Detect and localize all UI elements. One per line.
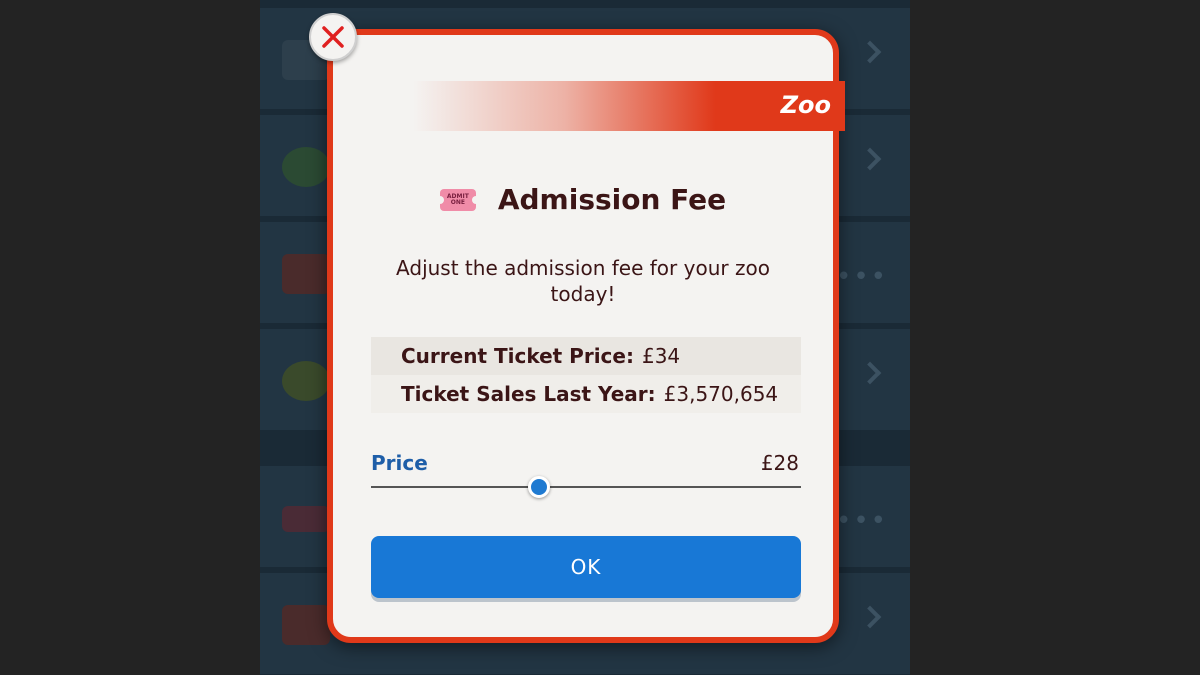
ribbon-label: Zoo	[780, 91, 831, 119]
dialog-title: Admission Fee	[497, 183, 727, 216]
price-slider-thumb[interactable]	[527, 476, 550, 498]
chevron-right-icon	[858, 361, 882, 385]
price-value: £28	[760, 451, 799, 475]
category-ribbon: Zoo	[413, 81, 845, 131]
ticket-info: Current Ticket Price: £34 Ticket Sales L…	[371, 337, 801, 413]
dialog-description: Adjust the admission fee for your zoo to…	[396, 256, 770, 306]
sales-label: Ticket Sales Last Year:	[401, 382, 656, 406]
current-price-value: £34	[641, 344, 681, 368]
admission-fee-dialog: Zoo ADMIT ONE Admission Fee Adjust the a…	[327, 29, 845, 643]
sales-value: £3,570,654	[663, 382, 779, 406]
current-price-row: Current Ticket Price: £34	[371, 337, 801, 375]
more-icon: •••	[835, 262, 888, 292]
ring-icon	[282, 361, 330, 401]
tree-icon	[282, 147, 330, 187]
shoe-icon	[282, 254, 330, 294]
price-slider-track[interactable]	[371, 486, 801, 488]
chevron-right-icon	[858, 147, 882, 171]
close-button[interactable]	[309, 13, 357, 61]
tent-icon	[282, 605, 330, 645]
ticket-icon: ADMIT ONE	[435, 188, 480, 211]
ticket-icon	[282, 506, 330, 532]
chevron-right-icon	[858, 605, 882, 629]
dialog-header: ADMIT ONE Admission Fee	[333, 183, 833, 216]
price-label: Price	[371, 451, 428, 475]
ticket-icon-text: ADMIT ONE	[446, 192, 469, 206]
more-icon: •••	[835, 506, 888, 536]
chevron-right-icon	[858, 40, 882, 64]
sales-row: Ticket Sales Last Year: £3,570,654	[371, 375, 801, 413]
close-icon	[322, 26, 344, 48]
ok-button[interactable]: OK	[371, 536, 801, 598]
current-price-label: Current Ticket Price:	[401, 344, 634, 368]
